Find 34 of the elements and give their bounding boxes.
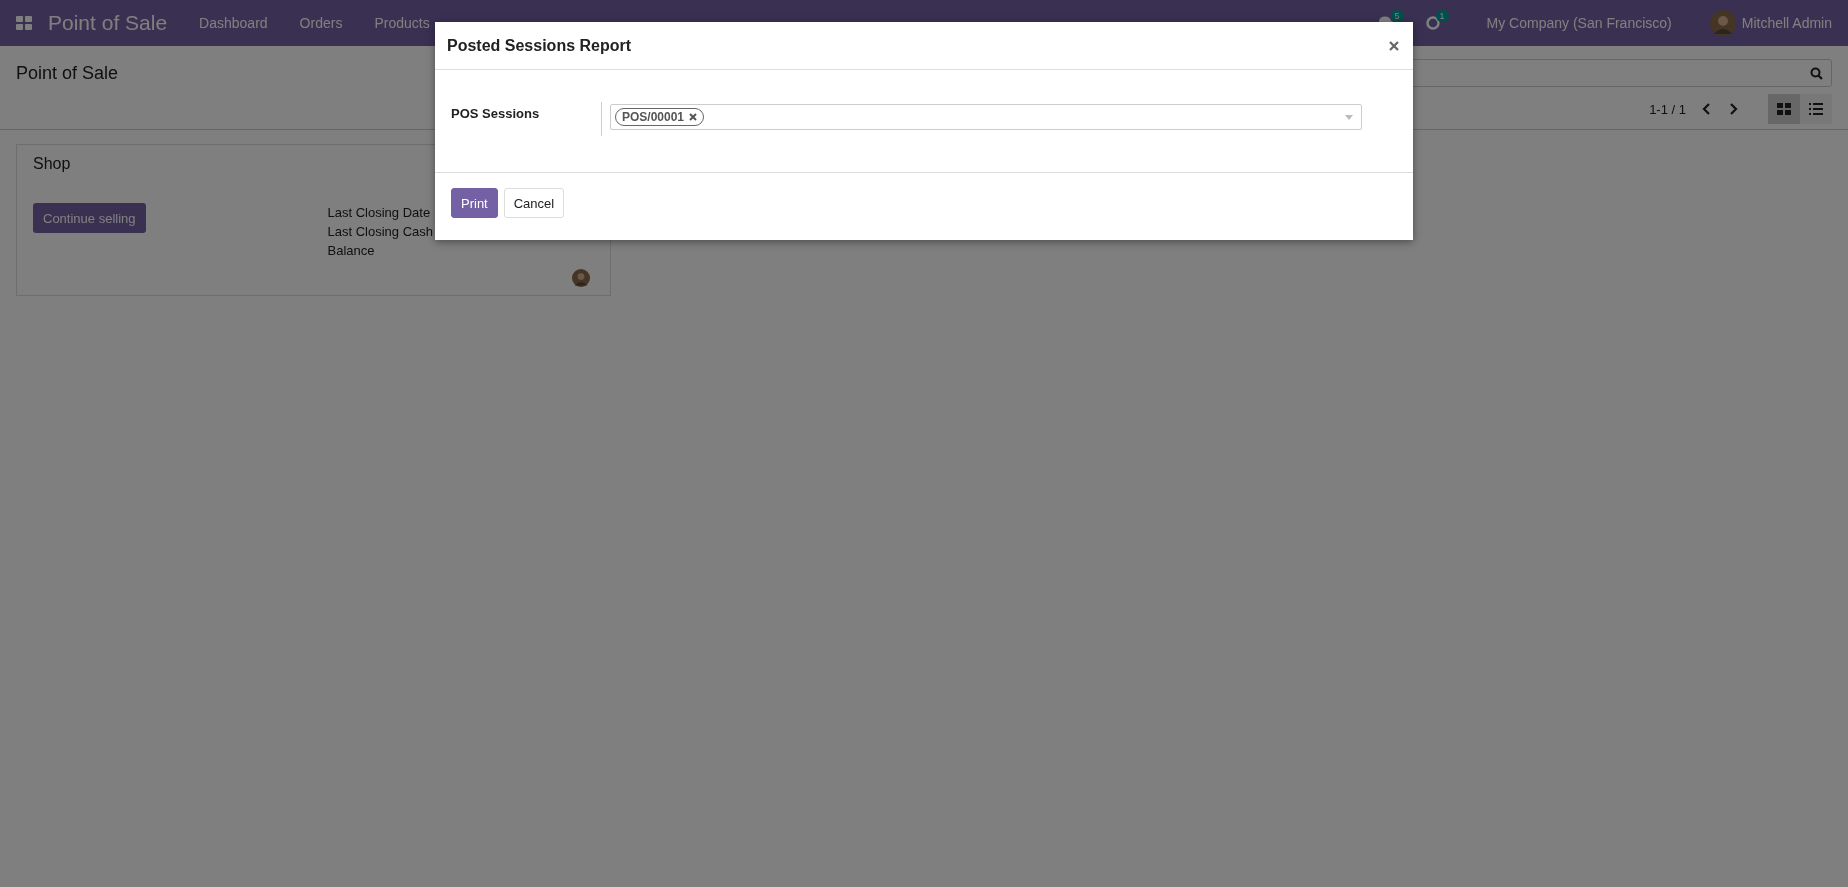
notification-badge: 1 (1435, 10, 1449, 22)
search-icon[interactable] (1810, 66, 1823, 80)
user-menu[interactable]: Mitchell Admin (1741, 15, 1832, 31)
avatar-icon (1709, 10, 1736, 36)
notification-badge: 5 (1390, 10, 1404, 22)
field-label: POS Sessions (451, 106, 541, 121)
grid-icon (1777, 103, 1791, 115)
close-icon[interactable] (1389, 40, 1399, 51)
tag-label: POS/00001 (622, 110, 685, 124)
clock-icon[interactable] (1425, 16, 1440, 30)
previous-icon[interactable] (1702, 103, 1712, 115)
avatar-icon (572, 269, 590, 287)
cancel-button[interactable]: Cancel (503, 188, 565, 218)
menu-item[interactable]: Products (374, 15, 430, 31)
print-button[interactable]: Print (451, 188, 498, 218)
menu-item[interactable]: Orders (299, 15, 343, 31)
menu-item[interactable]: Dashboard (199, 15, 268, 31)
detail-label: Balance (327, 242, 376, 260)
remove-icon[interactable] (689, 113, 698, 121)
detail-label: Last Closing Date (327, 204, 432, 222)
company-switcher[interactable]: My Company (San Francisco) (1486, 15, 1672, 31)
card-title: Shop (33, 155, 71, 173)
dialog-title: Posted Sessions Report (447, 36, 632, 55)
list-icon (1809, 103, 1823, 115)
pager-value: 1-1 / 1 (1649, 101, 1686, 117)
apps-menu-icon[interactable] (16, 16, 32, 30)
detail-label: Last Closing Cash (327, 223, 433, 241)
app-title[interactable]: Point of Sale (48, 11, 168, 35)
list-view-button[interactable] (1800, 94, 1832, 124)
page-title: Point of Sale (16, 62, 119, 84)
kanban-view-button[interactable] (1768, 94, 1800, 124)
continue-selling-button[interactable]: Continue selling (33, 203, 146, 233)
next-icon[interactable] (1728, 103, 1738, 115)
sessions-field[interactable]: POS/00001 (610, 104, 1362, 130)
